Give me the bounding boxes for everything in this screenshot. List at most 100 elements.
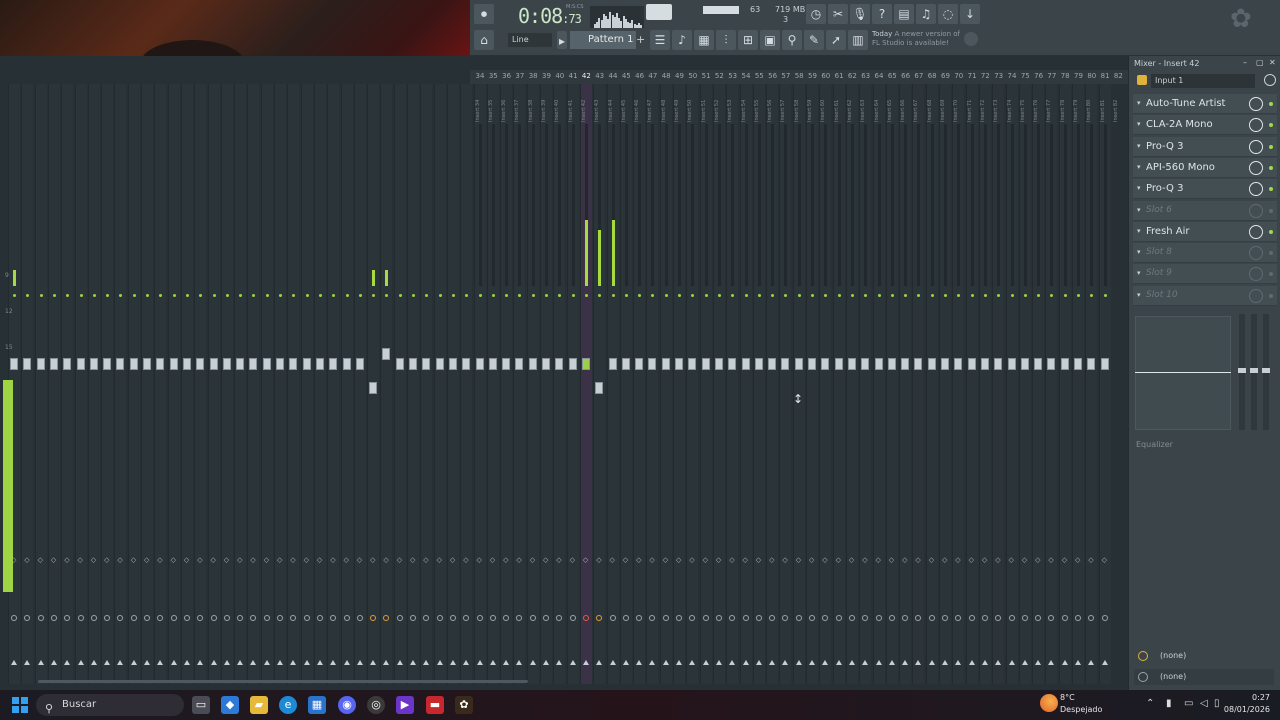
pan-knob-icon[interactable]: ◇ [250, 556, 255, 564]
route-switch-icon[interactable] [676, 615, 682, 621]
track-name[interactable]: Insert 56 [767, 88, 779, 122]
volume-fader[interactable] [701, 358, 710, 370]
volume-fader[interactable] [728, 358, 737, 370]
cloud-icon[interactable]: ▥ [848, 30, 868, 50]
pan-knob-icon[interactable]: ◇ [596, 556, 601, 564]
mixer-strip[interactable] [127, 84, 140, 684]
mute-switch[interactable] [398, 294, 402, 297]
mixer-strip[interactable] [313, 84, 326, 684]
track-name[interactable]: Insert 64 [874, 88, 886, 122]
volume-fader[interactable] [169, 358, 178, 370]
send-arrow-icon[interactable] [729, 660, 736, 665]
volume-fader[interactable] [1020, 358, 1029, 370]
track-number[interactable]: 61 [833, 72, 846, 80]
news-panel[interactable]: Today A newer version of FL Studio is av… [872, 30, 968, 48]
volume-fader[interactable] [196, 358, 205, 370]
track-number[interactable]: 54 [740, 72, 753, 80]
pan-knob-icon[interactable]: ◇ [24, 556, 29, 564]
route-switch-icon[interactable] [702, 615, 709, 621]
mute-switch[interactable] [358, 294, 362, 297]
track-name[interactable]: Insert 61 [834, 88, 846, 122]
send-arrow-icon[interactable] [582, 660, 589, 665]
track-name[interactable]: Insert 50 [687, 88, 699, 122]
track-number[interactable]: 62 [846, 72, 859, 80]
pan-knob-icon[interactable]: ◇ [623, 556, 628, 564]
video-editor-icon[interactable]: ▶ [396, 696, 414, 714]
send-arrow-icon[interactable] [1101, 660, 1108, 665]
track-number[interactable]: 55 [753, 72, 766, 80]
route-switch-icon[interactable] [37, 615, 44, 621]
pan-knob-icon[interactable]: ◇ [902, 556, 907, 564]
send-arrow-icon[interactable] [37, 660, 44, 665]
mute-switch[interactable] [584, 294, 588, 297]
mute-switch[interactable] [279, 294, 282, 297]
volume-fader[interactable] [967, 358, 976, 370]
edge-icon[interactable]: e [279, 696, 297, 714]
pan-knob-icon[interactable]: ◇ [38, 556, 43, 564]
tray-chevron-icon[interactable]: ⌃ [1146, 698, 1154, 709]
pan-knob-icon[interactable]: ◇ [995, 556, 1000, 564]
pan-knob-icon[interactable]: ◇ [876, 556, 881, 564]
route-switch-icon[interactable] [755, 615, 762, 621]
send-arrow-icon[interactable] [343, 660, 350, 665]
track-name[interactable]: Insert 45 [621, 88, 633, 122]
track-number[interactable]: 75 [1019, 72, 1032, 80]
send-arrow-icon[interactable] [543, 660, 549, 665]
mixer-strip[interactable] [260, 84, 273, 684]
volume-fader[interactable] [887, 358, 896, 370]
pattern-select[interactable]: Pattern 1 [570, 31, 636, 49]
send-arrow-icon[interactable] [888, 660, 895, 665]
send-arrow-icon[interactable] [410, 660, 416, 665]
tools-icon[interactable]: ⚲ [782, 30, 802, 50]
track-name[interactable]: Insert 54 [741, 88, 753, 122]
volume-fader[interactable] [156, 358, 165, 370]
volume-fader[interactable] [808, 358, 816, 370]
track-name[interactable]: Insert 62 [847, 88, 859, 122]
snap-icon[interactable]: ⌂ [474, 30, 494, 50]
mute-switch[interactable] [212, 294, 216, 297]
chat-icon[interactable]: ◌ [938, 4, 958, 24]
route-switch-icon[interactable] [1061, 615, 1068, 621]
track-number[interactable]: 56 [766, 72, 779, 80]
battery-icon[interactable]: ▯ [1214, 698, 1220, 709]
volume-fader[interactable] [462, 358, 471, 370]
pan-knob-icon[interactable]: ◇ [809, 556, 814, 564]
send-arrow-icon[interactable] [569, 660, 576, 665]
slot-menu-arrow-icon[interactable]: ▾ [1137, 206, 1141, 214]
track-number[interactable]: 72 [979, 72, 992, 80]
volume-fader[interactable] [555, 358, 564, 370]
mixer-strip[interactable] [167, 84, 180, 684]
track-number[interactable]: 58 [793, 72, 806, 80]
track-number[interactable]: 82 [1112, 72, 1125, 80]
volume-fader[interactable] [754, 358, 763, 370]
file-explorer-icon[interactable]: ▰ [250, 696, 268, 714]
send-arrow-icon[interactable] [596, 660, 603, 665]
slot-mix-knob[interactable] [1249, 139, 1263, 154]
minimize-icon[interactable]: – [1243, 58, 1247, 67]
volume-fader[interactable] [302, 358, 311, 370]
pan-knob-icon[interactable]: ◇ [862, 556, 867, 564]
track-number[interactable]: 46 [633, 72, 646, 80]
track-name[interactable]: Insert 66 [900, 88, 912, 122]
mixer-strip[interactable] [21, 84, 34, 684]
pan-knob-icon[interactable]: ◇ [104, 556, 109, 564]
pan-knob-icon[interactable]: ◇ [729, 556, 734, 564]
mixer-strip[interactable] [141, 84, 153, 684]
volume-fader[interactable] [276, 358, 284, 370]
pan-knob-icon[interactable]: ◇ [849, 556, 854, 564]
send-arrow-icon[interactable] [170, 660, 177, 665]
send-arrow-icon[interactable] [715, 660, 722, 665]
volume-fader[interactable] [834, 358, 843, 370]
send-arrow-icon[interactable] [144, 660, 150, 665]
download-icon[interactable]: ↓ [960, 4, 980, 24]
route-switch-icon[interactable] [170, 615, 177, 621]
volume-fader[interactable] [781, 358, 790, 370]
send-arrow-icon[interactable] [1088, 660, 1095, 665]
mixer-strip[interactable] [247, 84, 260, 684]
send-arrow-icon[interactable] [955, 660, 962, 665]
mixer-strip[interactable] [194, 84, 207, 684]
send-arrow-icon[interactable] [183, 660, 190, 665]
send-arrow-icon[interactable] [875, 660, 882, 665]
volume-fader[interactable] [874, 358, 883, 370]
route-switch-icon[interactable] [476, 615, 483, 621]
